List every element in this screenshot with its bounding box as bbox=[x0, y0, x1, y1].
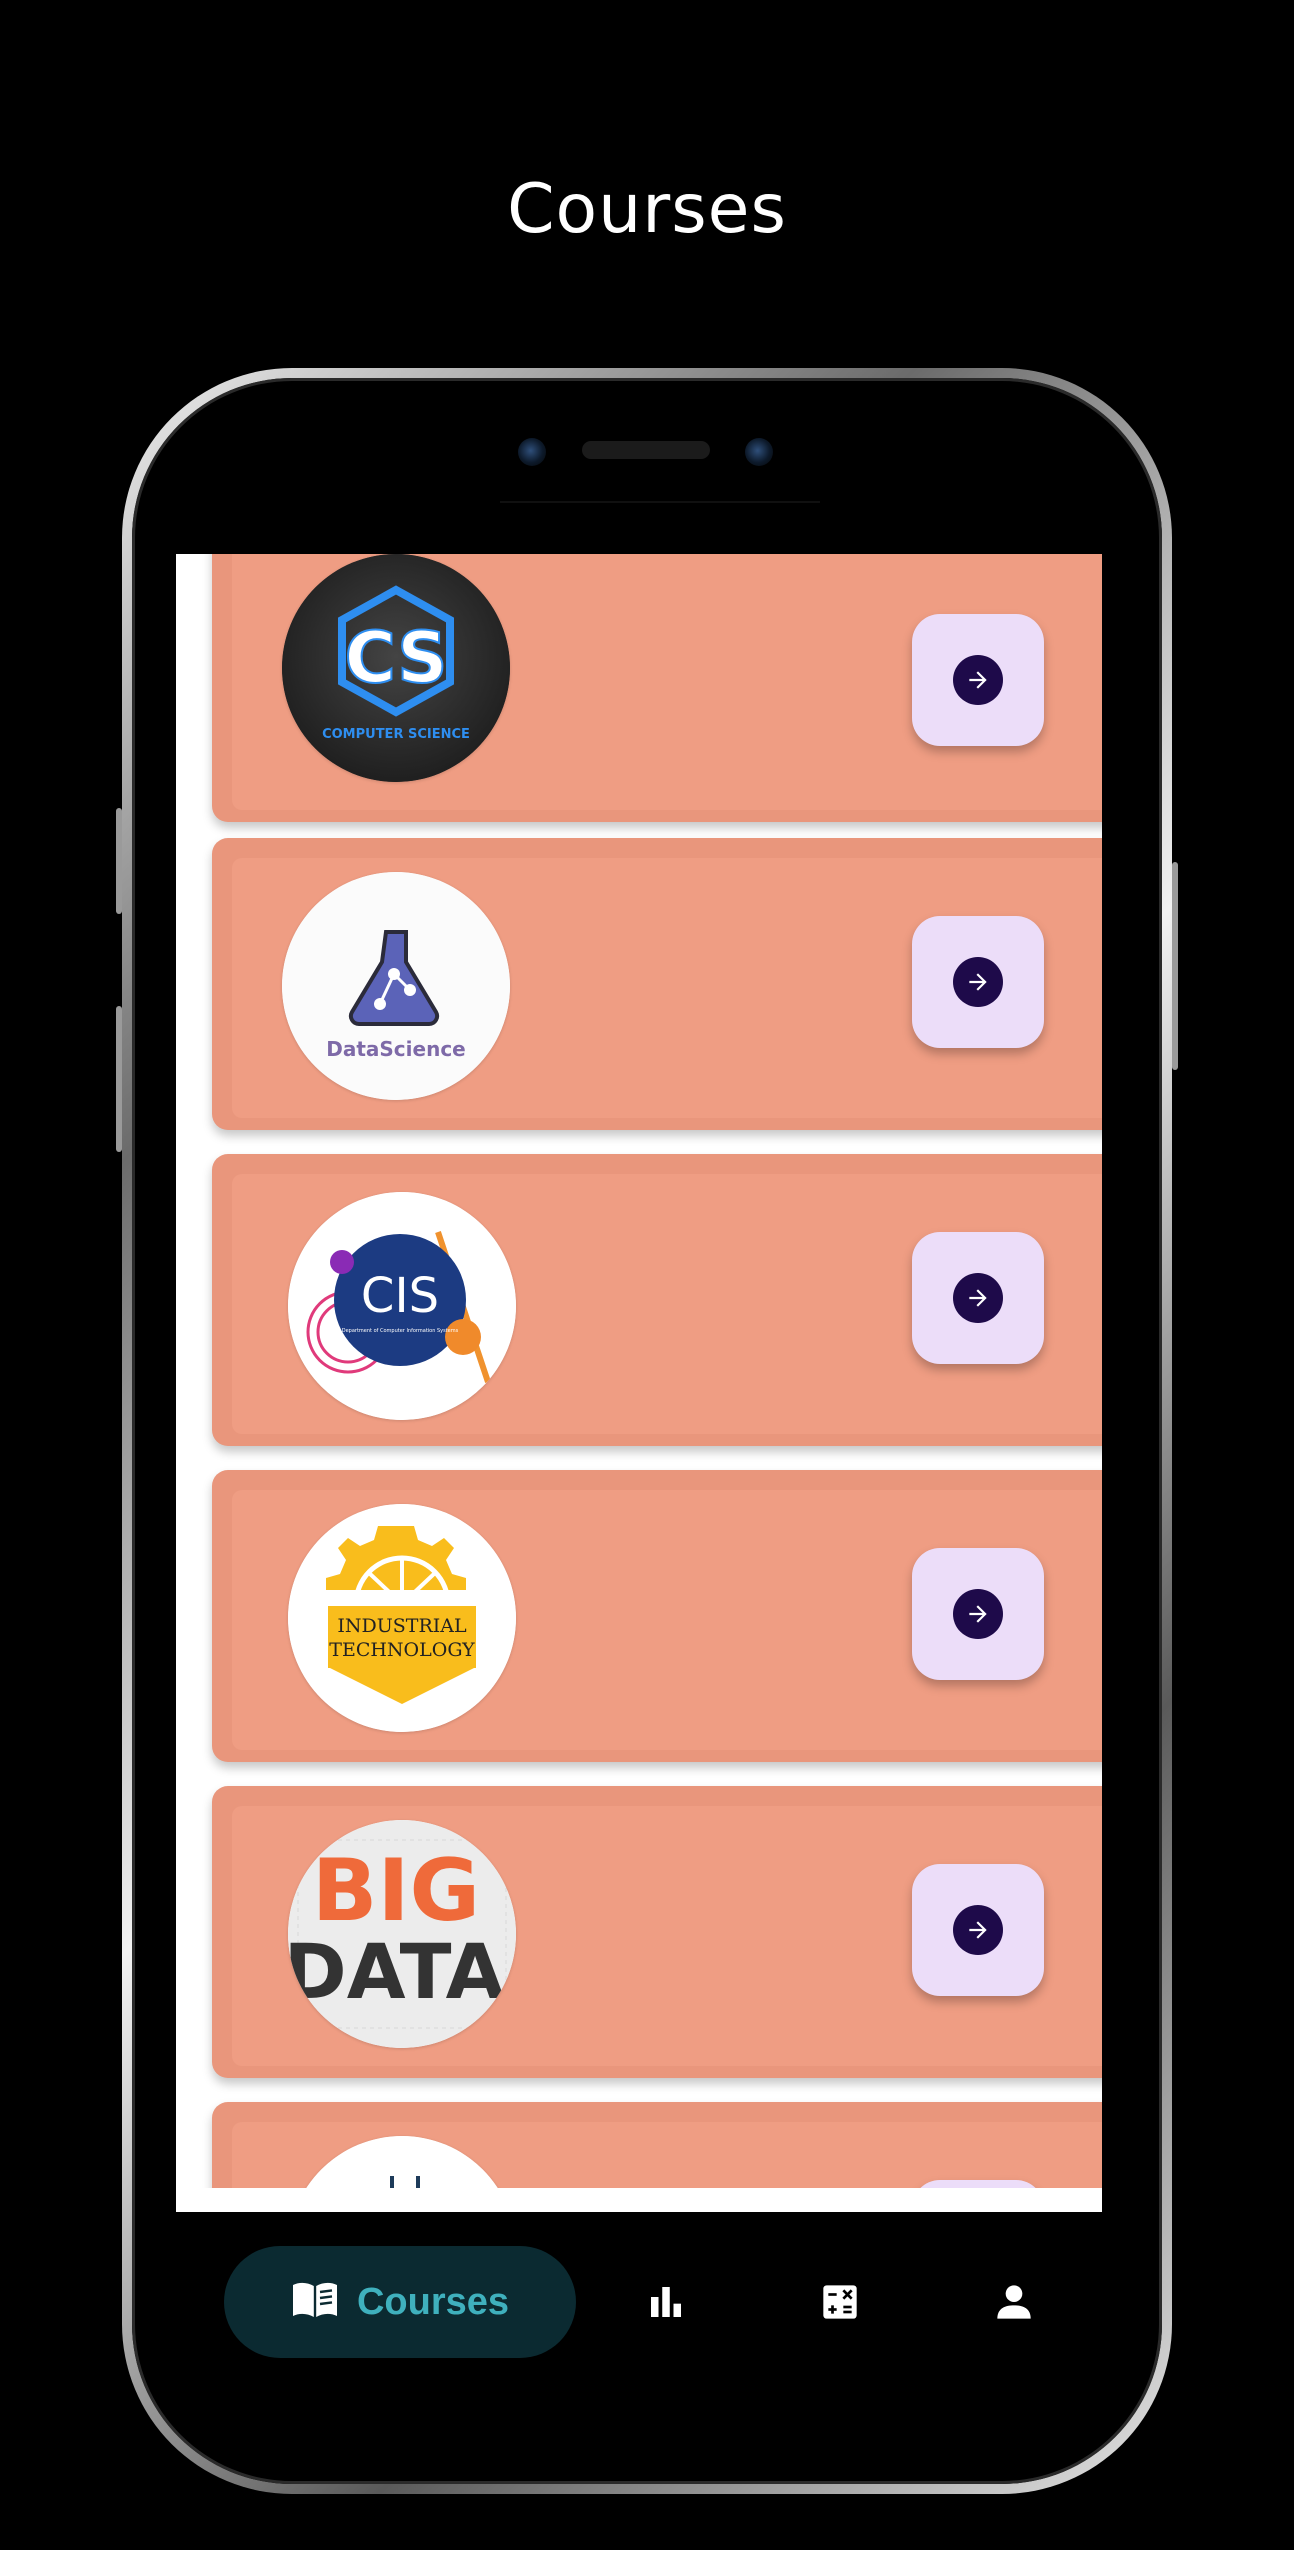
cs-logo-text: COMPUTER SCIENCE bbox=[322, 727, 470, 742]
course-card-partial[interactable] bbox=[212, 2102, 1102, 2188]
svg-text:INDUSTRIAL: INDUSTRIAL bbox=[337, 1615, 467, 1637]
svg-text:TECHNOLOGY: TECHNOLOGY bbox=[329, 1639, 475, 1661]
big-data-logo-text-2: DATA bbox=[288, 1927, 505, 2016]
course-card-data-science[interactable]: DataScience bbox=[212, 838, 1102, 1130]
open-course-button[interactable] bbox=[912, 1548, 1044, 1680]
person-icon[interactable] bbox=[994, 2282, 1034, 2322]
app-screen: CS COMPUTER SCIENCE DataScience CIS Depa… bbox=[176, 554, 1102, 2212]
course-card-industrial-technology[interactable]: INDUSTRIAL TECHNOLOGY bbox=[212, 1470, 1102, 1762]
industrial-technology-logo: INDUSTRIAL TECHNOLOGY bbox=[288, 1504, 516, 1732]
cs-mark: CS bbox=[344, 617, 447, 699]
course-list[interactable]: CS COMPUTER SCIENCE DataScience CIS Depa… bbox=[176, 554, 1102, 2188]
svg-text:DataScience: DataScience bbox=[326, 1037, 466, 1061]
computer-science-logo: CS COMPUTER SCIENCE bbox=[282, 554, 510, 782]
nav-item-courses[interactable]: Courses bbox=[224, 2246, 576, 2358]
it-logo-text-2: TECHNOLOGY bbox=[329, 1639, 475, 1661]
open-course-button[interactable] bbox=[912, 1232, 1044, 1364]
open-course-button[interactable] bbox=[912, 614, 1044, 746]
arrow-right-icon bbox=[953, 1273, 1003, 1323]
cis-logo-subtext: Department of Computer Information Syste… bbox=[342, 1328, 459, 1334]
big-data-logo-text-1: BIG bbox=[312, 1841, 480, 1941]
open-course-button[interactable] bbox=[912, 916, 1044, 1048]
notch-divider bbox=[500, 501, 820, 503]
phone-side-button-left-2 bbox=[116, 1006, 122, 1152]
ds-logo-text: DataScience bbox=[326, 1037, 466, 1061]
book-icon bbox=[291, 2280, 339, 2324]
svg-text:COMPUTER SCIENCE: COMPUTER SCIENCE bbox=[322, 727, 470, 742]
front-camera-icon bbox=[518, 438, 546, 466]
cis-logo-text: CIS bbox=[361, 1268, 439, 1324]
cis-logo: CIS Department of Computer Information S… bbox=[288, 1192, 516, 1420]
data-science-logo: DataScience bbox=[282, 872, 510, 1100]
bottom-navigation: Courses bbox=[176, 2212, 1102, 2378]
svg-text:CIS: CIS bbox=[361, 1268, 439, 1324]
sensor-icon bbox=[745, 438, 773, 466]
it-logo-text-1: INDUSTRIAL bbox=[337, 1615, 467, 1637]
arrow-right-icon bbox=[953, 655, 1003, 705]
bar-chart-icon[interactable] bbox=[646, 2282, 686, 2322]
calculator-icon[interactable] bbox=[820, 2282, 860, 2322]
phone-side-button-left-1 bbox=[116, 808, 122, 914]
phone-side-button-right bbox=[1172, 862, 1178, 1070]
page-title: Courses bbox=[507, 170, 787, 249]
course-card-big-data[interactable]: BIG DATA bbox=[212, 1786, 1102, 2078]
course-card-cis[interactable]: CIS Department of Computer Information S… bbox=[212, 1154, 1102, 1446]
nav-item-courses-label: Courses bbox=[356, 2280, 510, 2323]
svg-text:DATA: DATA bbox=[288, 1927, 505, 2016]
open-course-button[interactable] bbox=[912, 2180, 1044, 2188]
svg-text:Department of Computer Informa: Department of Computer Information Syste… bbox=[342, 1328, 459, 1334]
big-data-logo: BIG DATA bbox=[288, 1820, 516, 2048]
arrow-right-icon bbox=[953, 957, 1003, 1007]
svg-text:CS: CS bbox=[344, 617, 447, 699]
earpiece-speaker bbox=[582, 441, 710, 459]
course-card-computer-science[interactable]: CS COMPUTER SCIENCE bbox=[212, 554, 1102, 822]
open-course-button[interactable] bbox=[912, 1864, 1044, 1996]
arrow-right-icon bbox=[953, 1589, 1003, 1639]
svg-text:BIG: BIG bbox=[312, 1841, 480, 1941]
arrow-right-icon bbox=[953, 1905, 1003, 1955]
